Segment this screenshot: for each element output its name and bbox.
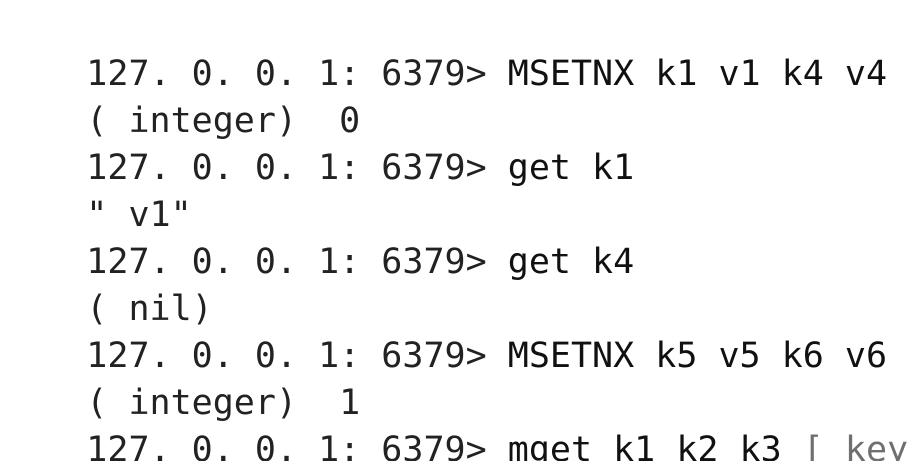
command-line: 127. 0. 0. 1: 6379> MSETNX k1 v1 k4 v4	[2, 4, 887, 94]
output-line: ( integer) 0	[2, 51, 360, 141]
command-syntax-hint: [ key ...]	[802, 430, 909, 461]
command-line: 127. 0. 0. 1: 6379> MSETNX k5 v5 k6 v6	[2, 286, 887, 376]
command-line: 127. 0. 0. 1: 6379> get k4	[2, 192, 634, 282]
command-input-text[interactable]: mget k1 k2 k3	[508, 430, 782, 461]
output-line: ( integer) 1	[2, 333, 360, 423]
terminal-window[interactable]: 127. 0. 0. 1: 6379> MSETNX k1 v1 k4 v4 (…	[0, 0, 917, 461]
command-line: 127. 0. 0. 1: 6379> get k1	[2, 98, 634, 188]
command-text: get k1	[507, 148, 635, 188]
output-line: ( nil)	[2, 239, 212, 329]
command-line-current[interactable]: 127. 0. 0. 1: 6379> mget k1 k2 k3 [ key …	[2, 380, 917, 461]
prompt: 127. 0. 0. 1: 6379>	[86, 430, 487, 461]
command-text: MSETNX k1 v1 k4 v4	[507, 54, 888, 94]
output-line: " v1"	[2, 145, 191, 235]
command-text: get k4	[507, 242, 635, 282]
command-text: MSETNX k5 v5 k6 v6	[507, 336, 888, 376]
